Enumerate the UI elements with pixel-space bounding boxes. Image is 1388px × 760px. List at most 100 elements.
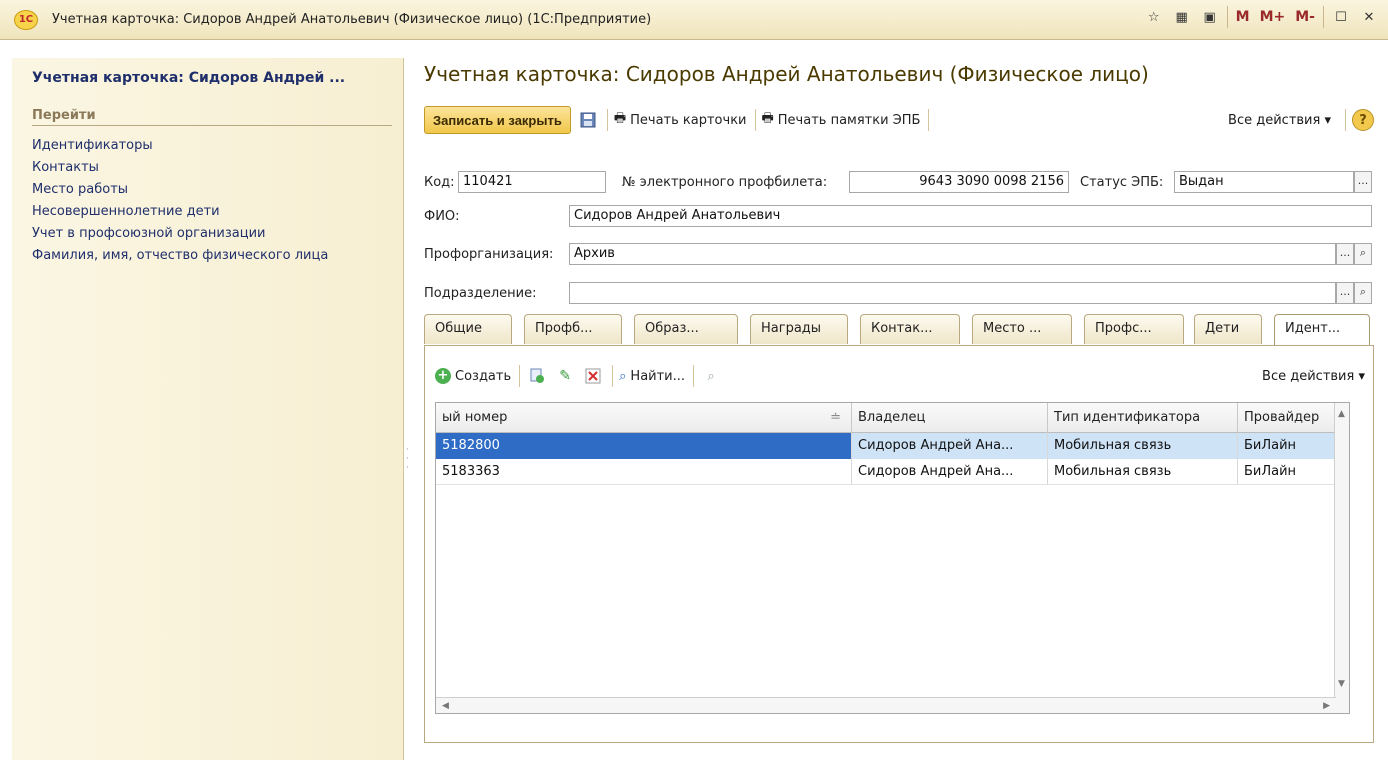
cancel-search-icon[interactable]: ⌕ bbox=[700, 365, 722, 387]
save-and-close-button[interactable]: Записать и закрыть bbox=[424, 106, 571, 134]
ticket-number-field[interactable]: 9643 3090 0098 2156 bbox=[849, 171, 1069, 193]
print-card-label: Печать карточки bbox=[630, 112, 747, 128]
sidebar-title[interactable]: Учетная карточка: Сидоров Андрей ... bbox=[32, 70, 345, 86]
union-org-search-icon[interactable]: ⌕ bbox=[1354, 243, 1372, 265]
toolbar-divider bbox=[754, 109, 756, 131]
maximize-icon[interactable]: ☐ bbox=[1330, 6, 1352, 28]
toolbar-divider bbox=[606, 109, 608, 131]
status-label: Статус ЭПБ: bbox=[1080, 175, 1164, 190]
table-header: ый номер ≐ Владелец Тип идентификатора П… bbox=[436, 403, 1349, 433]
sidebar-item-union-registration[interactable]: Учет в профсоюзной организации bbox=[32, 223, 328, 245]
tab-awards[interactable]: Награды bbox=[750, 314, 848, 344]
scroll-right-icon[interactable]: ▶ bbox=[1323, 701, 1330, 711]
tab-profbilet[interactable]: Профб... bbox=[524, 314, 622, 344]
toolbar-right: Все действия ▾ ? bbox=[1228, 104, 1374, 136]
tab-education[interactable]: Образ... bbox=[634, 314, 738, 344]
sidebar-item-full-name[interactable]: Фамилия, имя, отчество физического лица bbox=[32, 245, 328, 267]
form-area: Учетная карточка: Сидоров Андрей Анатоль… bbox=[412, 58, 1388, 760]
form-title: Учетная карточка: Сидоров Андрей Анатоль… bbox=[424, 62, 1149, 86]
code-label: Код: bbox=[424, 175, 455, 190]
cell-type: Мобильная связь bbox=[1048, 459, 1238, 485]
toolbar-divider bbox=[1323, 6, 1324, 28]
cell-type: Мобильная связь bbox=[1048, 433, 1238, 459]
sidebar-list: Идентификаторы Контакты Место работы Нес… bbox=[32, 135, 328, 267]
create-button[interactable]: + Создать bbox=[435, 368, 511, 384]
close-icon[interactable]: ✕ bbox=[1358, 6, 1380, 28]
memory-plus-button[interactable]: M+ bbox=[1258, 9, 1288, 25]
save-icon[interactable] bbox=[577, 109, 599, 131]
cell-provider: БиЛайн bbox=[1238, 433, 1336, 459]
titlebar-tools: ☆ ▦ ▣ M M+ M- ☐ ✕ bbox=[1143, 6, 1380, 28]
tab-workplace[interactable]: Место ... bbox=[972, 314, 1072, 344]
window-title: Учетная карточка: Сидоров Андрей Анатоль… bbox=[52, 12, 652, 27]
table-row[interactable]: 5182800 Сидоров Андрей Ана... Мобильная … bbox=[436, 433, 1336, 459]
horizontal-scrollbar[interactable]: ◀ ▶ bbox=[436, 697, 1336, 713]
cell-number: 5182800 bbox=[436, 433, 852, 459]
favorites-star-icon[interactable]: ☆ bbox=[1143, 6, 1165, 28]
cell-provider: БиЛайн bbox=[1238, 459, 1336, 485]
all-actions-menu[interactable]: Все действия ▾ bbox=[1228, 113, 1331, 128]
union-org-label: Профорганизация: bbox=[424, 247, 554, 262]
scroll-up-icon[interactable]: ▲ bbox=[1338, 409, 1345, 419]
magnifier-icon: ⌕ bbox=[619, 368, 627, 384]
calendar-icon[interactable]: ▣ bbox=[1199, 6, 1221, 28]
create-label: Создать bbox=[455, 368, 512, 384]
sidebar-item-identifiers[interactable]: Идентификаторы bbox=[32, 135, 328, 157]
toolbar-divider bbox=[693, 365, 695, 387]
cell-number: 5183363 bbox=[436, 459, 852, 485]
column-header-provider[interactable]: Провайдер bbox=[1238, 403, 1336, 433]
tab-general[interactable]: Общие bbox=[424, 314, 512, 344]
vertical-scrollbar[interactable]: ▲ ▼ bbox=[1334, 403, 1349, 713]
memory-button[interactable]: M bbox=[1234, 9, 1252, 25]
sidebar-section-header: Перейти bbox=[32, 108, 392, 126]
status-select-button[interactable]: ... bbox=[1354, 171, 1372, 193]
memory-minus-button[interactable]: M- bbox=[1293, 9, 1317, 25]
printer-icon: 🖶 bbox=[761, 111, 774, 126]
column-header-type[interactable]: Тип идентификатора bbox=[1048, 403, 1238, 433]
identifiers-table: ый номер ≐ Владелец Тип идентификатора П… bbox=[435, 402, 1350, 714]
find-button[interactable]: ⌕ Найти... bbox=[619, 369, 685, 384]
calculator-icon[interactable]: ▦ bbox=[1171, 6, 1193, 28]
print-memo-button[interactable]: 🖶 Печать памятки ЭПБ bbox=[762, 109, 921, 131]
scroll-left-icon[interactable]: ◀ bbox=[442, 701, 449, 711]
print-card-button[interactable]: 🖶 Печать карточки bbox=[614, 109, 747, 131]
fio-label: ФИО: bbox=[424, 209, 460, 224]
navigation-panel: Учетная карточка: Сидоров Андрей ... Пер… bbox=[12, 58, 409, 760]
tab-union[interactable]: Профс... bbox=[1084, 314, 1184, 344]
sidebar-item-workplace[interactable]: Место работы bbox=[32, 179, 328, 201]
tab-contacts[interactable]: Контак... bbox=[860, 314, 960, 344]
app-logo-icon: 1С bbox=[14, 9, 38, 30]
department-search-icon[interactable]: ⌕ bbox=[1354, 282, 1372, 304]
tab-bar: Общие Профб... Образ... Награды Контак..… bbox=[424, 314, 1374, 346]
panel-all-actions-menu[interactable]: Все действия ▾ bbox=[1262, 369, 1365, 384]
panel-resize-handle[interactable]: · · · bbox=[406, 446, 409, 473]
sidebar-item-contacts[interactable]: Контакты bbox=[32, 157, 328, 179]
edit-pencil-icon[interactable]: ✎ bbox=[554, 365, 576, 387]
column-header-number-label: ый номер bbox=[442, 410, 508, 425]
department-label: Подразделение: bbox=[424, 286, 537, 301]
column-header-number[interactable]: ый номер ≐ bbox=[436, 403, 852, 433]
column-header-owner[interactable]: Владелец bbox=[852, 403, 1048, 433]
union-org-select-button[interactable]: ... bbox=[1336, 243, 1354, 265]
cell-owner: Сидоров Андрей Ана... bbox=[852, 433, 1048, 459]
tab-children[interactable]: Дети bbox=[1194, 314, 1262, 344]
department-field[interactable] bbox=[569, 282, 1336, 304]
code-field[interactable]: 110421 bbox=[458, 171, 606, 193]
toolbar-divider bbox=[928, 109, 930, 131]
table-row[interactable]: 5183363 Сидоров Андрей Ана... Мобильная … bbox=[436, 459, 1336, 485]
add-icon: + bbox=[435, 368, 451, 384]
tab-identifiers[interactable]: Идент... bbox=[1274, 314, 1370, 346]
copy-icon[interactable] bbox=[526, 365, 548, 387]
sidebar-item-children[interactable]: Несовершеннолетние дети bbox=[32, 201, 328, 223]
print-memo-label: Печать памятки ЭПБ bbox=[777, 112, 921, 128]
fio-field[interactable]: Сидоров Андрей Анатольевич bbox=[569, 205, 1372, 227]
status-field[interactable]: Выдан bbox=[1174, 171, 1354, 193]
union-org-field[interactable]: Архив bbox=[569, 243, 1336, 265]
cell-owner: Сидоров Андрей Ана... bbox=[852, 459, 1048, 485]
toolbar-divider bbox=[519, 365, 521, 387]
department-select-button[interactable]: ... bbox=[1336, 282, 1354, 304]
delete-icon[interactable] bbox=[582, 365, 604, 387]
panel-toolbar: + Создать ✎ ⌕ Найти... ⌕ Все действия ▾ bbox=[435, 360, 1365, 392]
help-icon[interactable]: ? bbox=[1352, 109, 1374, 131]
scroll-down-icon[interactable]: ▼ bbox=[1338, 679, 1345, 689]
